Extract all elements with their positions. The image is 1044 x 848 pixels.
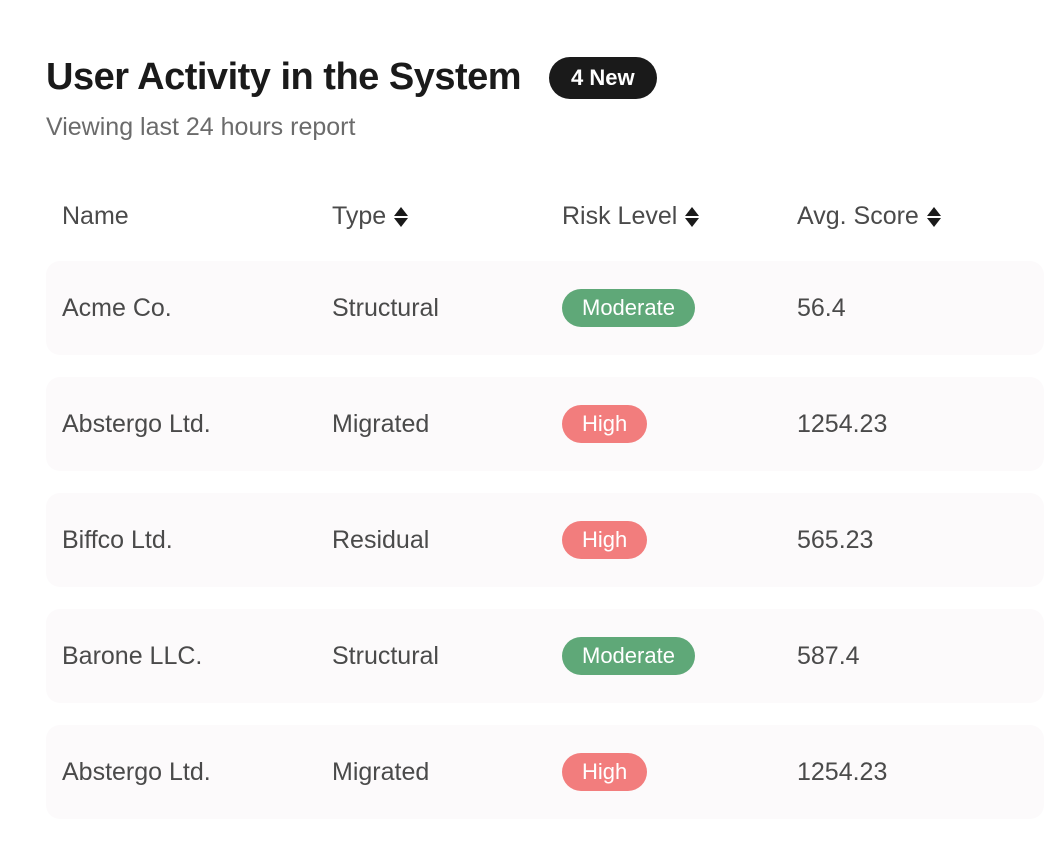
table-header: Name Type Risk Level Avg. Score (46, 202, 1044, 261)
cell-risk: High (562, 521, 797, 559)
column-header-risk[interactable]: Risk Level (562, 202, 797, 231)
sort-icon[interactable] (927, 207, 941, 227)
table-row[interactable]: Biffco Ltd.ResidualHigh 565.23 (46, 493, 1044, 587)
cell-score: 56.4 (797, 294, 1028, 323)
table-row[interactable]: Acme Co.StructuralModerate 56.4 (46, 261, 1044, 355)
table-row[interactable]: Abstergo Ltd.MigratedHigh 1254.23 (46, 725, 1044, 819)
cell-score: 1254.23 (797, 410, 1028, 439)
cell-risk: High (562, 405, 797, 443)
column-label: Avg. Score (797, 202, 919, 231)
page-subtitle: Viewing last 24 hours report (46, 113, 1044, 142)
column-label: Name (62, 202, 129, 231)
column-header-name[interactable]: Name (62, 202, 332, 231)
header-row: User Activity in the System 4 New (46, 56, 1044, 99)
table-row[interactable]: Barone LLC.StructuralModerate 587.4 (46, 609, 1044, 703)
cell-type: Residual (332, 526, 562, 555)
cell-name: Biffco Ltd. (62, 526, 332, 555)
cell-risk: Moderate (562, 289, 797, 327)
sort-icon[interactable] (685, 207, 699, 227)
activity-panel: User Activity in the System 4 New Viewin… (0, 0, 1044, 819)
column-header-score[interactable]: Avg. Score (797, 202, 1028, 231)
column-label: Risk Level (562, 202, 677, 231)
cell-score: 587.4 (797, 642, 1028, 671)
column-header-type[interactable]: Type (332, 202, 562, 231)
risk-pill: High (562, 521, 647, 559)
cell-name: Barone LLC. (62, 642, 332, 671)
sort-icon[interactable] (394, 207, 408, 227)
cell-score: 1254.23 (797, 758, 1028, 787)
cell-risk: High (562, 753, 797, 791)
table-row[interactable]: Abstergo Ltd.MigratedHigh 1254.23 (46, 377, 1044, 471)
risk-pill: Moderate (562, 637, 695, 675)
page-title: User Activity in the System (46, 56, 521, 99)
table-body: Acme Co.StructuralModerate56.4Abstergo L… (46, 261, 1044, 819)
cell-type: Migrated (332, 758, 562, 787)
risk-pill: High (562, 405, 647, 443)
cell-risk: Moderate (562, 637, 797, 675)
risk-pill: High (562, 753, 647, 791)
risk-pill: Moderate (562, 289, 695, 327)
cell-name: Abstergo Ltd. (62, 758, 332, 787)
cell-name: Acme Co. (62, 294, 332, 323)
column-label: Type (332, 202, 386, 231)
cell-type: Structural (332, 294, 562, 323)
cell-type: Migrated (332, 410, 562, 439)
cell-score: 565.23 (797, 526, 1028, 555)
cell-type: Structural (332, 642, 562, 671)
new-count-badge: 4 New (549, 57, 657, 99)
activity-table: Name Type Risk Level Avg. Score (46, 202, 1044, 819)
cell-name: Abstergo Ltd. (62, 410, 332, 439)
